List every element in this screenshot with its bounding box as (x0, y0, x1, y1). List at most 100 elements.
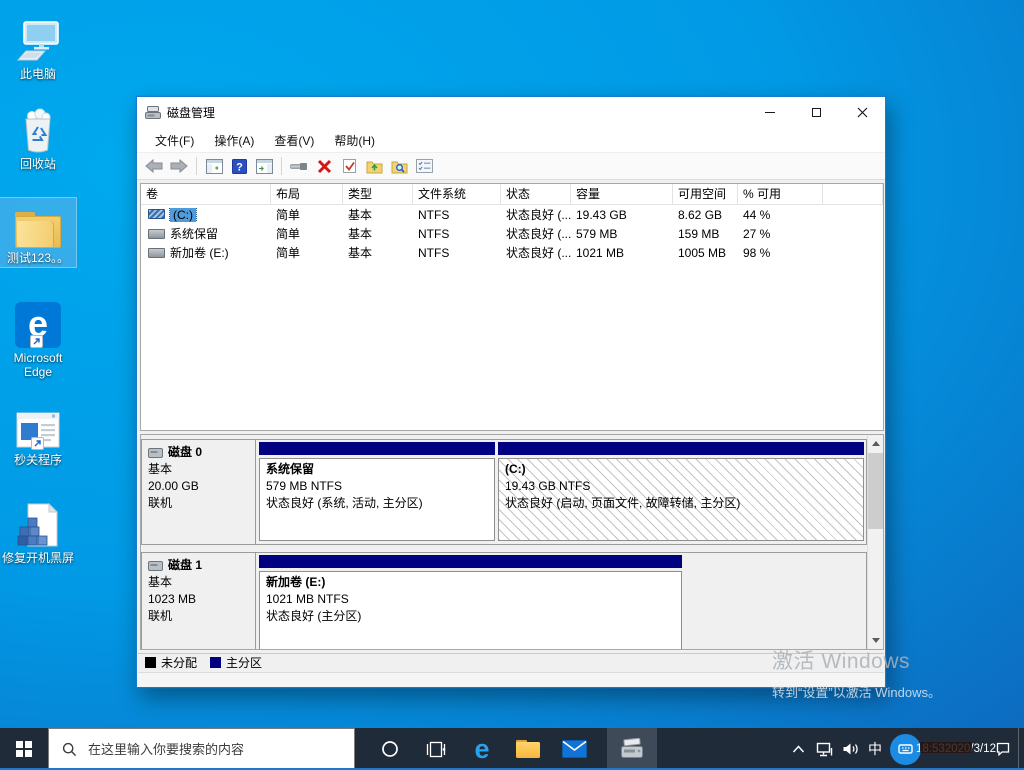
taskbar-file-explorer-button[interactable] (505, 728, 551, 770)
this-pc-icon (0, 16, 76, 64)
time-redaction-overlay (920, 742, 972, 753)
maximize-button[interactable] (793, 97, 839, 128)
taskbar-search-box[interactable] (48, 728, 355, 770)
desktop-icon-fix-black-screen[interactable]: 修复开机黑屏 (0, 498, 76, 567)
header-filesystem[interactable]: 文件系统 (413, 184, 501, 204)
toolbar-separator (196, 157, 197, 175)
tray-clock[interactable]: 18:53 2020/3/12 (924, 728, 988, 770)
header-status[interactable]: 状态 (501, 184, 571, 204)
task-view-button[interactable] (413, 728, 459, 770)
disk-type: 基本 (148, 574, 249, 591)
partition-system-reserved[interactable]: 系统保留 579 MB NTFS 状态良好 (系统, 活动, 主分区) (259, 442, 495, 541)
header-layout[interactable]: 布局 (271, 184, 343, 204)
action-center-icon (995, 741, 1011, 757)
ime-language-indicator[interactable]: 中 (863, 728, 887, 770)
desktop-icon-quick-close-app[interactable]: 秒关程序 (0, 400, 76, 469)
disk-drive-icon (145, 106, 161, 119)
menu-view[interactable]: 查看(V) (264, 129, 324, 152)
disk-1-row: 磁盘 1 基本 1023 MB 联机 新加卷 (E:) 1021 MB NTFS… (141, 552, 867, 650)
show-action-pane-button[interactable] (253, 155, 275, 177)
checklist-button[interactable] (413, 155, 435, 177)
disk-icon (148, 561, 163, 571)
volume-row-c[interactable]: (C:) 简单 基本 NTFS 状态良好 (... 19.43 GB 8.62 … (141, 205, 883, 224)
menu-help[interactable]: 帮助(H) (324, 129, 385, 152)
disk-1-info-panel[interactable]: 磁盘 1 基本 1023 MB 联机 (142, 553, 256, 650)
mail-icon (562, 740, 587, 758)
disk-management-icon (619, 738, 645, 759)
desktop-icon-label: Microsoft Edge (0, 351, 76, 379)
volume-row-system-reserved[interactable]: 系统保留 简单 基本 NTFS 状态良好 (... 579 MB 159 MB … (141, 224, 883, 243)
close-button[interactable] (839, 97, 885, 128)
desktop-icon-label: 秒关程序 (0, 453, 76, 467)
help-button[interactable]: ? (228, 155, 250, 177)
network-icon[interactable] (811, 728, 837, 770)
volume-icon (148, 209, 165, 219)
back-button[interactable] (143, 155, 165, 177)
open-folder-button[interactable] (363, 155, 385, 177)
header-type[interactable]: 类型 (343, 184, 413, 204)
volume-icon (148, 229, 165, 239)
start-button[interactable] (0, 728, 48, 770)
desktop-icon-test-folder[interactable]: 测试123。。 (0, 198, 76, 267)
partition-color-bar (259, 555, 682, 568)
volume-icon (148, 248, 165, 258)
search-icon (62, 742, 77, 757)
taskbar-edge-button[interactable]: e (459, 728, 505, 770)
desktop-icon-label: 回收站 (0, 157, 76, 171)
menu-bar: 文件(F) 操作(A) 查看(V) 帮助(H) (137, 128, 885, 152)
registry-file-icon (0, 500, 76, 548)
svg-text:?: ? (236, 161, 243, 173)
task-view-icon (426, 741, 446, 758)
taskbar-mail-button[interactable] (551, 728, 597, 770)
search-input[interactable] (86, 741, 354, 758)
desktop-icon-microsoft-edge[interactable]: e Microsoft Edge (0, 298, 76, 381)
show-desktop-button[interactable] (1018, 728, 1024, 770)
partition-color-bar (259, 442, 495, 455)
header-volume[interactable]: 卷 (141, 184, 271, 204)
legend-bar: 未分配 主分区 (138, 653, 884, 671)
disk-icon (148, 448, 163, 458)
disk-type: 基本 (148, 461, 249, 478)
partition-c[interactable]: (C:) 19.43 GB NTFS 状态良好 (启动, 页面文件, 故障转储,… (498, 442, 864, 541)
menu-action[interactable]: 操作(A) (204, 129, 264, 152)
disk-0-row: 磁盘 0 基本 20.00 GB 联机 系统保留 579 MB NTFS 状态良… (141, 439, 867, 545)
mark-active-button[interactable] (338, 155, 360, 177)
partition-color-bar (498, 442, 864, 455)
disk-0-info-panel[interactable]: 磁盘 0 基本 20.00 GB 联机 (142, 440, 256, 544)
header-pct-free[interactable]: % 可用 (738, 184, 823, 204)
minimize-button[interactable] (747, 97, 793, 128)
cortana-button[interactable] (367, 728, 413, 770)
desktop-icon-this-pc[interactable]: 此电脑 (0, 14, 76, 83)
partition-new-volume-e[interactable]: 新加卷 (E:) 1021 MB NTFS 状态良好 (主分区) (259, 555, 682, 650)
properties-tool-button[interactable] (288, 155, 310, 177)
legend-unallocated-label: 未分配 (161, 654, 197, 671)
show-console-tree-button[interactable] (203, 155, 225, 177)
cortana-icon (381, 740, 399, 758)
scrollbar-thumb[interactable] (868, 453, 883, 529)
scroll-down-button[interactable] (868, 632, 883, 649)
taskbar-disk-management-button[interactable] (607, 728, 657, 770)
volume-speaker-icon[interactable] (837, 728, 863, 770)
volume-row-new-volume-e[interactable]: 新加卷 (E:) 简单 基本 NTFS 状态良好 (... 1021 MB 10… (141, 243, 883, 262)
desktop-icon-label: 修复开机黑屏 (0, 551, 76, 565)
disk-management-window: 磁盘管理 文件(F) 操作(A) 查看(V) 帮助(H) (136, 96, 886, 688)
header-filler (823, 184, 883, 204)
desktop-icon-recycle-bin[interactable]: 回收站 (0, 104, 76, 173)
desktop-icon-label: 测试123。。 (0, 251, 76, 265)
volume-label: 新加卷 (E:) (170, 246, 229, 260)
title-bar[interactable]: 磁盘管理 (137, 97, 885, 128)
header-free-space[interactable]: 可用空间 (673, 184, 738, 204)
legend-primary-partition-swatch (210, 657, 221, 668)
forward-button[interactable] (168, 155, 190, 177)
disk-name: 磁盘 1 (168, 557, 202, 574)
tray-expand-chevron[interactable] (785, 728, 811, 770)
header-capacity[interactable]: 容量 (571, 184, 673, 204)
volume-list-pane: 卷 布局 类型 文件系统 状态 容量 可用空间 % 可用 (C:) 简单 基本 … (140, 183, 884, 431)
volume-label: 系统保留 (170, 227, 218, 241)
vertical-scrollbar[interactable] (867, 435, 883, 649)
menu-file[interactable]: 文件(F) (145, 129, 204, 152)
explore-folder-button[interactable] (388, 155, 410, 177)
scroll-up-button[interactable] (868, 435, 883, 452)
delete-volume-button[interactable] (313, 155, 335, 177)
edge-icon: e (474, 736, 489, 763)
